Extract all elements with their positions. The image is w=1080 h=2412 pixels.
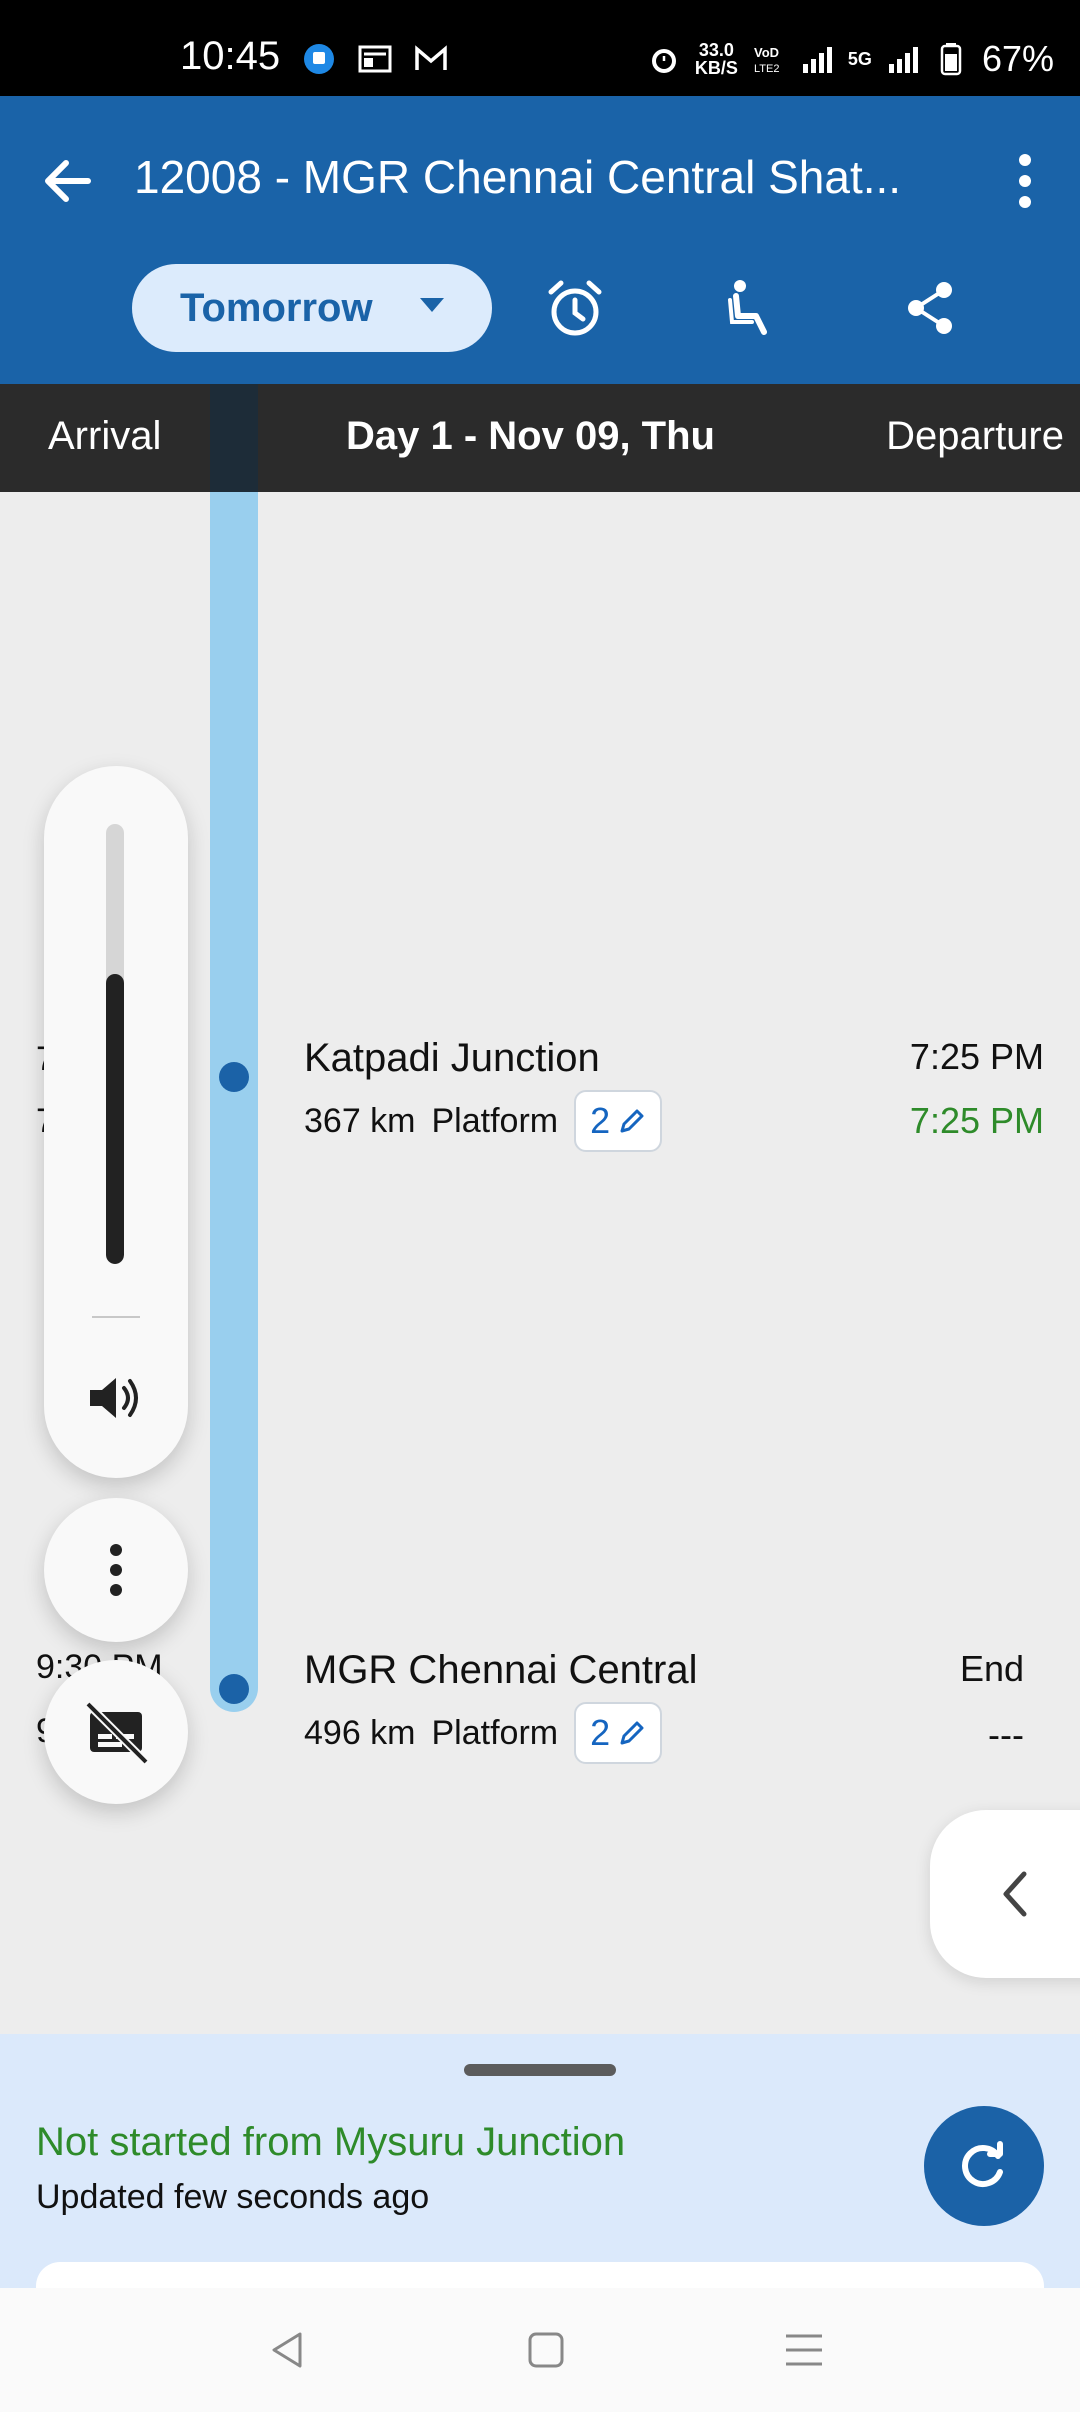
alarm-icon bbox=[651, 49, 676, 73]
arrival-column-label: Arrival bbox=[48, 414, 162, 458]
date-selector-label: Tomorrow bbox=[180, 285, 373, 330]
platform-edit-chip[interactable]: 2 bbox=[574, 1090, 663, 1152]
app-bar: 12008 - MGR Chennai Central Shat... Tomo… bbox=[0, 96, 1080, 384]
station-name: MGR Chennai Central bbox=[304, 1648, 698, 1692]
dropdown-caret-icon bbox=[420, 298, 444, 312]
platform-label: Platform bbox=[431, 1713, 559, 1752]
departure-scheduled: 7:25 PM bbox=[909, 1036, 1044, 1077]
volume-slider[interactable] bbox=[106, 824, 124, 1264]
platform-edit-chip[interactable]: 2 bbox=[574, 1702, 663, 1764]
network-type: 5G bbox=[847, 48, 872, 69]
station-meta: 496 km Platform 2 bbox=[304, 1702, 663, 1764]
signal-icon bbox=[802, 47, 832, 73]
volume-slider-fill bbox=[106, 973, 124, 1264]
train-title: 12008 - MGR Chennai Central Shat... bbox=[134, 151, 902, 203]
battery-percent: 67% bbox=[981, 38, 1054, 79]
platform-number: 2 bbox=[590, 1100, 611, 1141]
sheet-drag-handle[interactable] bbox=[464, 2064, 616, 2076]
running-status-sheet[interactable]: Not started from Mysuru Junction Updated… bbox=[0, 2034, 1080, 2322]
share-icon[interactable] bbox=[898, 276, 962, 340]
overflow-menu-icon[interactable] bbox=[1010, 152, 1040, 210]
departure-column-label: Departure bbox=[886, 414, 1064, 458]
refresh-button[interactable] bbox=[924, 2106, 1044, 2226]
day-label: Day 1 - Nov 09, Thu bbox=[346, 414, 715, 458]
status-time: 10:45 bbox=[180, 34, 281, 78]
platform-number: 2 bbox=[590, 1712, 611, 1753]
volte-icon: VoD LTE2 bbox=[754, 45, 779, 75]
speaker-volume-icon[interactable] bbox=[84, 1366, 148, 1430]
live-caption-button[interactable] bbox=[44, 1660, 188, 1804]
system-navigation-bar bbox=[0, 2288, 1080, 2412]
departure-actual: --- bbox=[988, 1714, 1024, 1755]
captions-off-icon bbox=[85, 1701, 149, 1765]
svg-text:VoD: VoD bbox=[754, 45, 779, 60]
gmail-icon bbox=[415, 45, 447, 70]
back-arrow-icon[interactable] bbox=[36, 150, 98, 212]
station-distance: 367 km bbox=[304, 1101, 416, 1140]
app-notification-icon bbox=[304, 44, 334, 74]
departure-scheduled: End bbox=[959, 1648, 1024, 1689]
alarm-clock-icon[interactable] bbox=[543, 276, 607, 340]
station-meta: 367 km Platform 2 bbox=[304, 1090, 663, 1152]
running-status-updated: Updated few seconds ago bbox=[36, 2178, 430, 2216]
station-name: Katpadi Junction bbox=[304, 1036, 600, 1080]
battery-icon bbox=[940, 43, 962, 76]
departure-actual: 7:25 PM bbox=[909, 1100, 1044, 1141]
platform-label: Platform bbox=[431, 1101, 559, 1140]
notification-icons bbox=[302, 42, 448, 76]
svg-text:LTE2: LTE2 bbox=[754, 63, 779, 75]
volume-divider bbox=[92, 1316, 140, 1318]
route-timeline bbox=[210, 384, 258, 1712]
side-panel-toggle[interactable] bbox=[930, 1810, 1080, 1978]
network-speed: 33.0 KB/S bbox=[694, 40, 738, 78]
running-status-title: Not started from Mysuru Junction bbox=[36, 2120, 626, 2164]
date-selector[interactable]: Tomorrow bbox=[132, 264, 492, 352]
volume-panel bbox=[44, 766, 188, 1478]
system-indicators: 33.0 KB/S VoD LTE2 5G 67% bbox=[647, 38, 1054, 80]
nav-recents-icon[interactable] bbox=[782, 2328, 826, 2372]
route-timeline-header-segment bbox=[210, 384, 258, 492]
volume-more-button[interactable] bbox=[44, 1498, 188, 1642]
edit-pencil-icon bbox=[620, 1721, 644, 1745]
signal-icon-2 bbox=[888, 47, 918, 73]
station-distance: 496 km bbox=[304, 1713, 416, 1752]
nav-back-icon[interactable] bbox=[266, 2328, 310, 2372]
stop-dot bbox=[219, 1674, 249, 1704]
edit-pencil-icon bbox=[620, 1109, 644, 1133]
refresh-icon bbox=[962, 2141, 1003, 2187]
chevron-left-icon bbox=[1003, 1871, 1027, 1917]
day-header: Arrival Day 1 - Nov 09, Thu Departure bbox=[0, 384, 1080, 492]
news-icon bbox=[358, 45, 392, 73]
more-vertical-icon bbox=[110, 1544, 122, 1596]
system-status-bar: 10:45 33.0 KB/S VoD LTE2 5G 67% bbox=[0, 0, 1080, 96]
nav-home-icon[interactable] bbox=[524, 2328, 568, 2372]
seat-availability-icon[interactable] bbox=[718, 276, 782, 340]
stop-dot bbox=[219, 1062, 249, 1092]
